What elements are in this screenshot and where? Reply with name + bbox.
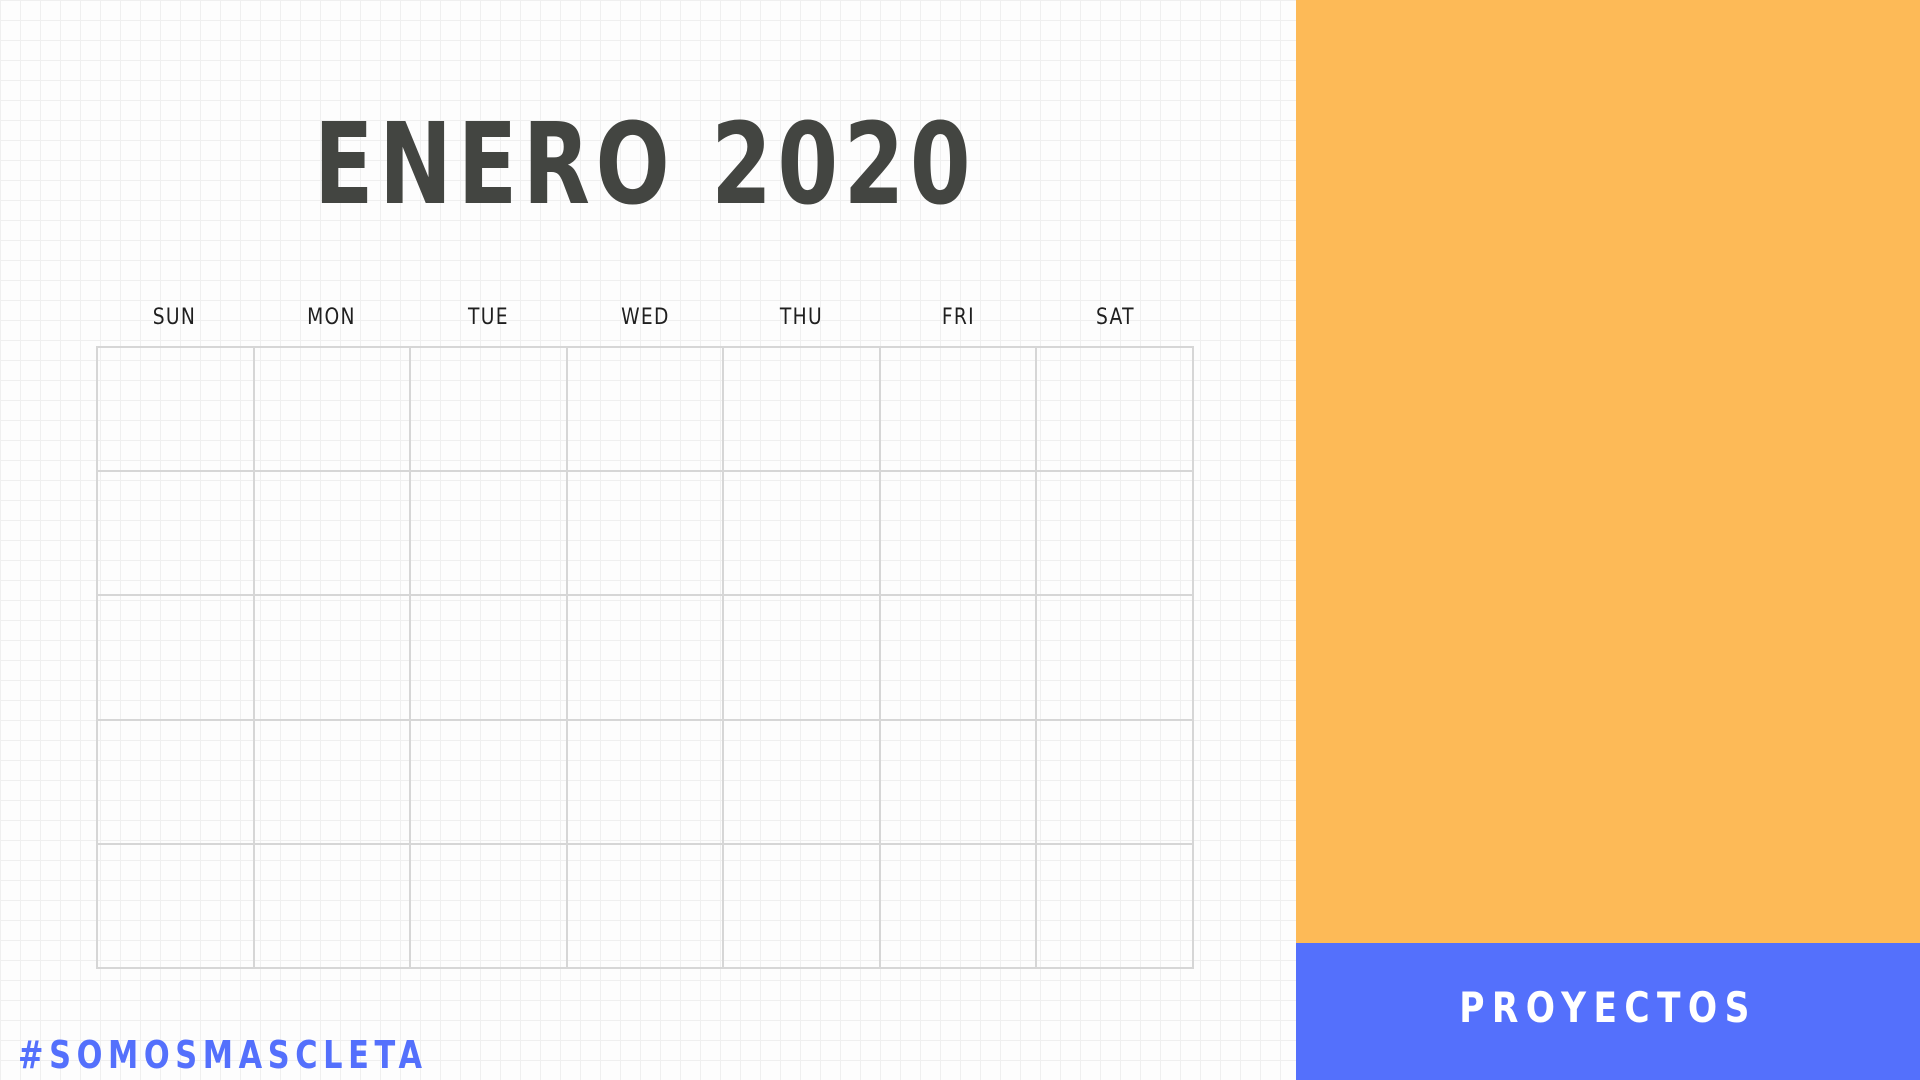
day-cell[interactable]	[98, 348, 255, 473]
day-cell[interactable]	[567, 844, 725, 969]
day-cell[interactable]	[1037, 596, 1194, 721]
hashtag-label: #SOMOSMASCLETA	[18, 1033, 428, 1077]
day-cell[interactable]	[1037, 472, 1194, 597]
day-cell[interactable]	[98, 720, 255, 845]
projects-band: PROYECTOS	[1296, 943, 1920, 1080]
projects-label: PROYECTOS	[1459, 983, 1757, 1032]
month-title: ENERO 2020	[313, 100, 977, 230]
day-cell[interactable]	[1037, 844, 1194, 969]
day-cell[interactable]	[254, 720, 412, 845]
weekday-header-row: SUN MON TUE WED THU FRI SAT	[96, 302, 1194, 334]
day-cell[interactable]	[567, 472, 725, 597]
day-cell[interactable]	[411, 844, 568, 969]
day-cell[interactable]	[1037, 348, 1194, 473]
day-cell[interactable]	[411, 348, 568, 473]
day-cell[interactable]	[254, 844, 412, 969]
weekday-wed: WED	[620, 305, 670, 330]
day-cell[interactable]	[724, 348, 881, 473]
day-cell[interactable]	[254, 596, 412, 721]
day-cell[interactable]	[411, 472, 568, 597]
day-cell[interactable]	[567, 596, 725, 721]
weekday-thu: THU	[780, 305, 824, 330]
calendar-grid	[96, 346, 1194, 969]
weekday-sat: SAT	[1096, 305, 1135, 330]
weekday-sun: SUN	[152, 305, 197, 330]
day-cell[interactable]	[98, 472, 255, 597]
day-cell[interactable]	[724, 720, 881, 845]
weekday-tue: TUE	[467, 305, 509, 330]
day-cell[interactable]	[880, 720, 1038, 845]
day-cell[interactable]	[724, 844, 881, 969]
day-cell[interactable]	[567, 348, 725, 473]
day-cell[interactable]	[724, 472, 881, 597]
day-cell[interactable]	[880, 348, 1038, 473]
day-cell[interactable]	[98, 596, 255, 721]
day-cell[interactable]	[880, 844, 1038, 969]
day-cell[interactable]	[411, 720, 568, 845]
weekday-fri: FRI	[942, 305, 976, 330]
day-cell[interactable]	[880, 596, 1038, 721]
orange-side-panel	[1296, 0, 1920, 943]
day-cell[interactable]	[724, 596, 881, 721]
day-cell[interactable]	[254, 348, 412, 473]
day-cell[interactable]	[254, 472, 412, 597]
day-cell[interactable]	[567, 720, 725, 845]
day-cell[interactable]	[880, 472, 1038, 597]
day-cell[interactable]	[98, 844, 255, 969]
weekday-mon: MON	[306, 305, 356, 330]
calendar-panel: ENERO 2020 SUN MON TUE WED THU FRI SAT #…	[0, 0, 1296, 1080]
day-cell[interactable]	[411, 596, 568, 721]
day-cell[interactable]	[1037, 720, 1194, 845]
